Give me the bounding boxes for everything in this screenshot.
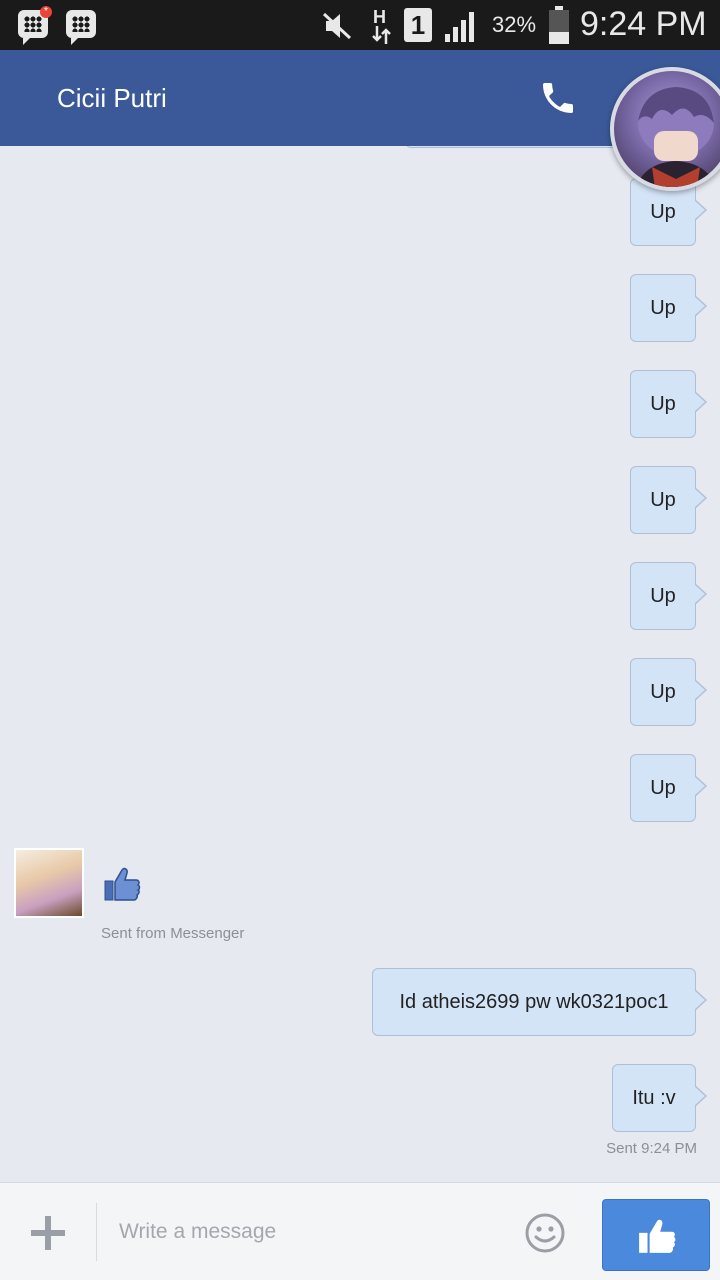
message-text: Up [650, 585, 676, 607]
message-bubble-outgoing[interactable]: Up [630, 658, 707, 726]
message-text: Up [650, 297, 676, 319]
message-bubble-outgoing[interactable]: Up [630, 754, 707, 822]
battery-icon [549, 6, 569, 44]
message-text: Up [650, 201, 676, 223]
incoming-meta: Sent from Messenger [101, 925, 245, 942]
emoji-icon[interactable] [524, 1212, 566, 1254]
message-bubble-outgoing[interactable]: Up [630, 274, 707, 342]
notification-badge: * [40, 6, 52, 18]
message-bubble-outgoing[interactable]: Id atheis2699 pw wk0321poc1 [372, 968, 707, 1036]
data-transfer-icon [372, 26, 391, 44]
message-text: Up [650, 681, 676, 703]
bbm-icon [66, 10, 96, 45]
add-attachment-icon[interactable] [29, 1214, 67, 1252]
message-bubble-outgoing[interactable]: Up [630, 370, 707, 438]
contact-avatar[interactable] [14, 848, 84, 918]
message-text: Id atheis2699 pw wk0321poc1 [399, 991, 669, 1013]
bbm-notification-icon: * [18, 6, 52, 45]
message-text: Up [650, 777, 676, 799]
clock: 9:24 PM [580, 5, 707, 43]
message-bubble-partial [405, 146, 635, 148]
sim-slot-icon: 1 [404, 8, 432, 42]
network-type: H [373, 7, 386, 27]
sim-slot-number: 1 [410, 10, 426, 40]
message-input[interactable] [108, 1207, 508, 1257]
thumbs-up-icon [639, 1219, 676, 1253]
message-bubble-outgoing[interactable]: Itu :v [612, 1064, 707, 1132]
message-text: Itu :v [632, 1087, 676, 1109]
signal-icon [445, 12, 474, 42]
thumbs-up-icon [104, 867, 141, 901]
battery-percent: 32% [492, 12, 537, 37]
avatar-illustration [636, 87, 716, 187]
composer-divider [96, 1203, 97, 1261]
phone-call-icon[interactable] [538, 78, 578, 118]
send-like-button[interactable] [602, 1199, 710, 1271]
mute-icon [322, 12, 352, 40]
sent-status: Sent 9:24 PM [606, 1140, 697, 1157]
message-composer [0, 1182, 720, 1280]
message-bubble-outgoing[interactable]: Up [630, 562, 707, 630]
message-list[interactable]: Up Up Up Up Up Up Up Sent from Messenger… [0, 146, 720, 1182]
message-bubble-outgoing[interactable]: Up [630, 466, 707, 534]
message-text: Up [650, 489, 676, 511]
status-bar: * H 1 32% 9:24 PM [0, 0, 720, 50]
contact-name[interactable]: Cicii Putri [57, 50, 167, 146]
message-text: Up [650, 393, 676, 415]
